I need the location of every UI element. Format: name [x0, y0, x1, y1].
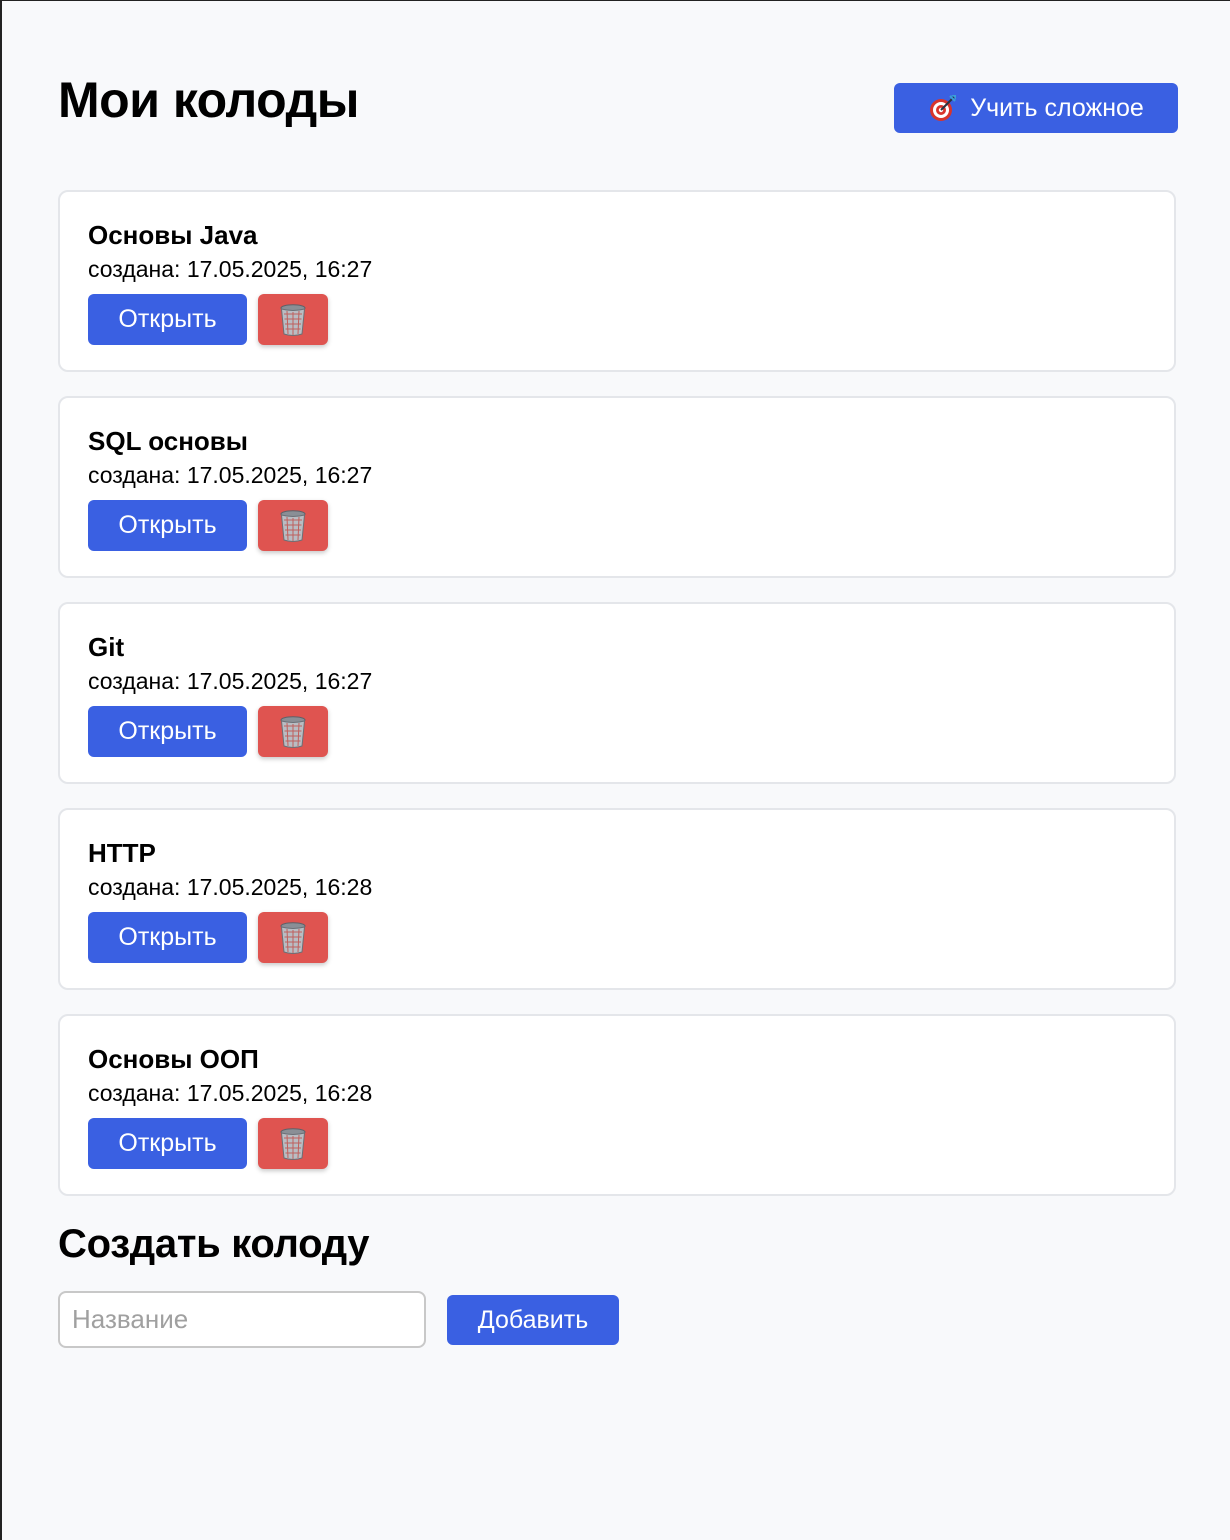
trash-icon	[280, 715, 306, 748]
deck-card: Основы Java создана: 17.05.2025, 16:27 О…	[58, 190, 1176, 372]
open-deck-button[interactable]: Открыть	[88, 912, 247, 963]
delete-deck-button[interactable]	[258, 294, 328, 345]
deck-created-date: создана: 17.05.2025, 16:27	[88, 668, 373, 694]
deck-card: HTTP создана: 17.05.2025, 16:28 Открыть	[58, 808, 1176, 990]
dart-target-icon	[930, 95, 957, 121]
deck-name: HTTP	[88, 838, 156, 868]
learn-hard-label: Учить сложное	[970, 93, 1144, 122]
deck-created-date: создана: 17.05.2025, 16:27	[88, 256, 373, 282]
create-deck-title: Создать колоду	[58, 1222, 370, 1266]
trash-icon	[280, 921, 306, 954]
deck-list: Основы Java создана: 17.05.2025, 16:27 О…	[58, 190, 1178, 1220]
deck-card: Основы ООП создана: 17.05.2025, 16:28 От…	[58, 1014, 1176, 1196]
deck-name: Основы ООП	[88, 1044, 259, 1074]
deck-name-input[interactable]	[58, 1291, 426, 1348]
delete-deck-button[interactable]	[258, 912, 328, 963]
delete-deck-button[interactable]	[258, 500, 328, 551]
deck-name: Git	[88, 632, 125, 662]
page-header: Мои колоды Учить сложное	[58, 1, 1178, 161]
deck-card: SQL основы создана: 17.05.2025, 16:27 От…	[58, 396, 1176, 578]
open-deck-button[interactable]: Открыть	[88, 294, 247, 345]
deck-name: Основы Java	[88, 220, 258, 250]
learn-hard-button[interactable]: Учить сложное	[894, 83, 1178, 133]
open-deck-button[interactable]: Открыть	[88, 500, 247, 551]
deck-created-date: создана: 17.05.2025, 16:28	[88, 874, 373, 900]
open-deck-button[interactable]: Открыть	[88, 706, 247, 757]
page-title: Мои колоды	[58, 72, 359, 128]
deck-name: SQL основы	[88, 426, 248, 456]
trash-icon	[280, 303, 306, 336]
deck-created-date: создана: 17.05.2025, 16:27	[88, 462, 373, 488]
main-container: Мои колоды Учить сложное Основы Java соз…	[58, 1, 1178, 1348]
delete-deck-button[interactable]	[258, 706, 328, 757]
deck-card: Git создана: 17.05.2025, 16:27 Открыть	[58, 602, 1176, 784]
delete-deck-button[interactable]	[258, 1118, 328, 1169]
add-deck-button[interactable]: Добавить	[447, 1295, 619, 1345]
open-deck-button[interactable]: Открыть	[88, 1118, 247, 1169]
trash-icon	[280, 1127, 306, 1160]
trash-icon	[280, 509, 306, 542]
deck-created-date: создана: 17.05.2025, 16:28	[88, 1080, 373, 1106]
